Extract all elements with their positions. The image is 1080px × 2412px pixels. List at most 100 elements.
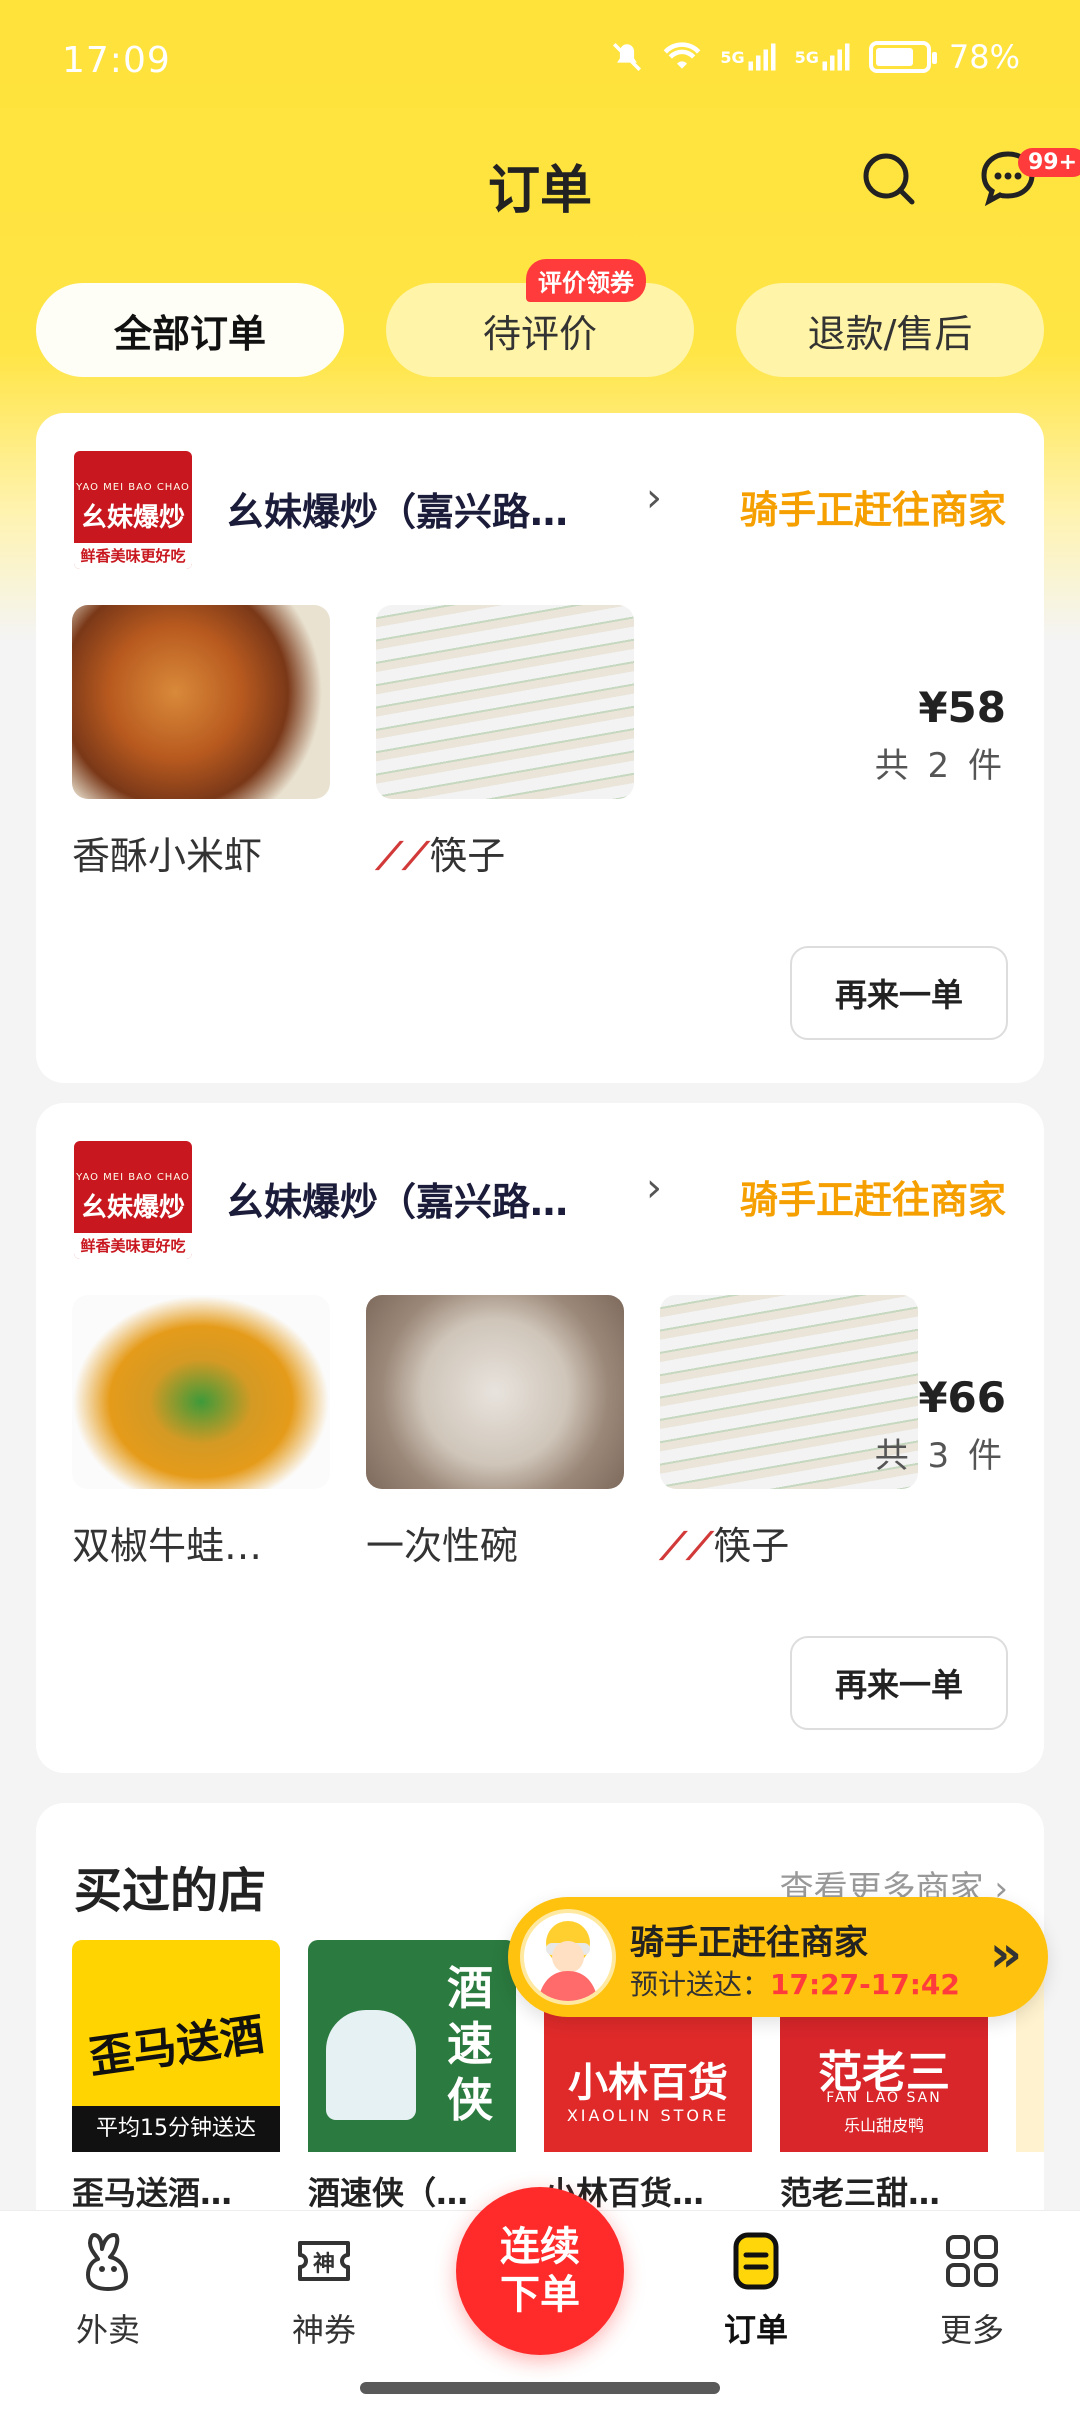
order-count: 共 2 件 xyxy=(874,746,1006,786)
orders-icon xyxy=(733,2232,779,2290)
nav-takeout[interactable]: 外卖 xyxy=(38,2229,178,2351)
shop-tile-name: 歪马送酒… xyxy=(72,2174,233,2212)
order-status: 骑手正赶往商家 xyxy=(739,1178,1006,1222)
section-title: 买过的店 xyxy=(74,1863,267,1919)
nav-orders[interactable]: 订单 xyxy=(686,2229,826,2351)
tab-all-orders[interactable]: 全部订单 xyxy=(36,283,344,377)
status-time: 17:09 xyxy=(62,40,171,81)
grid-icon xyxy=(946,2235,998,2287)
wifi-icon xyxy=(662,41,702,73)
double-chevron-right-icon: » xyxy=(989,1925,1022,1983)
kangaroo-icon xyxy=(86,2233,128,2291)
chevron-right-icon[interactable]: › xyxy=(646,475,662,521)
tab-label: 待评价 xyxy=(482,311,597,356)
tab-label: 退款/售后 xyxy=(807,311,973,356)
order-item[interactable]: 双椒牛蛙… xyxy=(72,1295,330,1570)
logo-subtext: FAN LAO SAN xyxy=(826,2090,942,2106)
rider-avatar xyxy=(520,1909,616,2005)
shop-logo-top: YAO MEI BAO CHAO xyxy=(76,482,190,493)
tab-refund[interactable]: 退款/售后 xyxy=(736,283,1044,377)
status-bar: 17:09 5G 5G 78% xyxy=(0,0,1080,120)
order-item[interactable]: ⟋⟋筷子 xyxy=(376,605,634,880)
item-name: 一次性碗 xyxy=(366,1524,519,1568)
order-count: 共 3 件 xyxy=(874,1436,1006,1476)
logo-subtext: XIAOLIN STORE xyxy=(566,2106,730,2125)
shop-logo-main: 幺妹爆炒 xyxy=(80,1193,185,1223)
shop-tile[interactable]: 歪马送酒 平均15分钟送达 歪马送酒… xyxy=(72,1940,280,2214)
shop-logo-main: 幺妹爆炒 xyxy=(80,503,185,533)
page-title: 订单 xyxy=(487,161,592,221)
tab-label: 全部订单 xyxy=(113,311,266,356)
search-button[interactable] xyxy=(858,148,918,208)
rider-eta: 预计送达：17:27-17:42 xyxy=(630,1963,960,2003)
order-card[interactable]: YAO MEI BAO CHAO 幺妹爆炒 鲜香美味更好吃 幺妹爆炒（嘉兴路… … xyxy=(36,1103,1044,1773)
reorder-button[interactable]: 再来一单 xyxy=(790,1636,1008,1730)
order-item[interactable]: 一次性碗 xyxy=(366,1295,624,1570)
item-name: 筷子 xyxy=(429,834,506,878)
search-icon xyxy=(863,153,915,205)
rider-status-title: 骑手正赶往商家 xyxy=(630,1923,868,1963)
eta-label: 预计送达： xyxy=(630,1968,771,2001)
reorder-button[interactable]: 再来一单 xyxy=(790,946,1008,1040)
nav-center-line1: 连续 xyxy=(500,2224,580,2270)
nav-center-line2: 下单 xyxy=(500,2272,580,2318)
shop-name[interactable]: 幺妹爆炒（嘉兴路… xyxy=(226,481,568,536)
shop-logo: YAO MEI BAO CHAO 幺妹爆炒 鲜香美味更好吃 xyxy=(74,1141,192,1259)
shop-tile-logo: 酒速侠 xyxy=(308,1940,516,2152)
shop-tile[interactable]: 酒速侠 酒速侠（… xyxy=(308,1940,516,2214)
item-name-row: ⟋⟋筷子 xyxy=(660,1515,918,1570)
chopsticks-icon: ⟋⟋ xyxy=(660,1524,714,1568)
item-image xyxy=(366,1295,624,1489)
item-image xyxy=(72,605,330,799)
shop-tile-name: 范老三甜… xyxy=(780,2174,941,2212)
logo-text: 歪马送酒 xyxy=(85,2008,268,2084)
nav-more[interactable]: 更多 xyxy=(902,2229,1042,2351)
continuous-order-button[interactable]: 连续 下单 xyxy=(456,2187,624,2355)
order-tabs: 全部订单 待评价 评价领券 退款/售后 xyxy=(36,259,1044,377)
review-coupon-badge: 评价领券 xyxy=(526,259,646,302)
eta-time: 17:27-17:42 xyxy=(770,1968,960,2001)
item-name: 双椒牛蛙… xyxy=(72,1524,263,1568)
nav-label: 更多 xyxy=(939,2311,1004,2349)
battery-percent: 78% xyxy=(948,38,1020,76)
item-image xyxy=(376,605,634,799)
battery-icon xyxy=(868,41,937,73)
shop-name[interactable]: 幺妹爆炒（嘉兴路… xyxy=(226,1171,568,1226)
shop-tile-logo: 歪马送酒 平均15分钟送达 xyxy=(72,1940,280,2152)
item-image xyxy=(72,1295,330,1489)
item-name: 香酥小米虾 xyxy=(72,834,263,878)
chevron-right-icon[interactable]: › xyxy=(646,1165,662,1211)
tab-to-review[interactable]: 待评价 评价领券 xyxy=(386,259,694,377)
logo-subtext-2: 乐山甜皮鸭 xyxy=(843,2116,924,2135)
shop-logo-slogan: 鲜香美味更好吃 xyxy=(74,1233,192,1259)
nav-label: 订单 xyxy=(723,2311,788,2349)
shop-logo-top: YAO MEI BAO CHAO xyxy=(76,1172,190,1183)
logo-text: 酒速侠 xyxy=(447,1961,493,2127)
mascot-icon xyxy=(326,2010,416,2120)
svg-text:神: 神 xyxy=(313,2251,335,2277)
nav-coupon[interactable]: 神 神券 xyxy=(254,2229,394,2351)
coupon-icon: 神 xyxy=(298,2241,350,2281)
chopsticks-icon: ⟋⟋ xyxy=(376,834,430,878)
network-label-1: 5G xyxy=(720,47,745,67)
order-price: ¥58 xyxy=(918,683,1006,732)
signal-icon-1: 5G xyxy=(720,42,776,72)
home-indicator[interactable] xyxy=(360,2382,720,2394)
logo-text: 小林百货 xyxy=(568,2060,728,2106)
logo-subtext: 平均15分钟送达 xyxy=(72,2106,280,2152)
shop-logo: YAO MEI BAO CHAO 幺妹爆炒 鲜香美味更好吃 xyxy=(74,451,192,569)
status-icons: 5G 5G 78% xyxy=(610,38,1020,76)
item-name-row: ⟋⟋筷子 xyxy=(376,825,634,880)
shop-logo-slogan: 鲜香美味更好吃 xyxy=(74,543,192,569)
order-price: ¥66 xyxy=(918,1373,1006,1422)
order-status: 骑手正赶往商家 xyxy=(739,488,1006,532)
network-label-2: 5G xyxy=(794,47,819,67)
message-badge: 99+ xyxy=(1018,148,1080,177)
rider-status-banner[interactable]: 骑手正赶往商家 预计送达：17:27-17:42 » xyxy=(508,1897,1048,2017)
order-item[interactable]: 香酥小米虾 xyxy=(72,605,330,880)
signal-icon-2: 5G xyxy=(795,42,851,72)
nav-label: 神券 xyxy=(291,2311,356,2349)
mute-icon xyxy=(610,40,644,74)
battery-level xyxy=(875,48,914,66)
order-card[interactable]: YAO MEI BAO CHAO 幺妹爆炒 鲜香美味更好吃 幺妹爆炒（嘉兴路… … xyxy=(36,413,1044,1083)
